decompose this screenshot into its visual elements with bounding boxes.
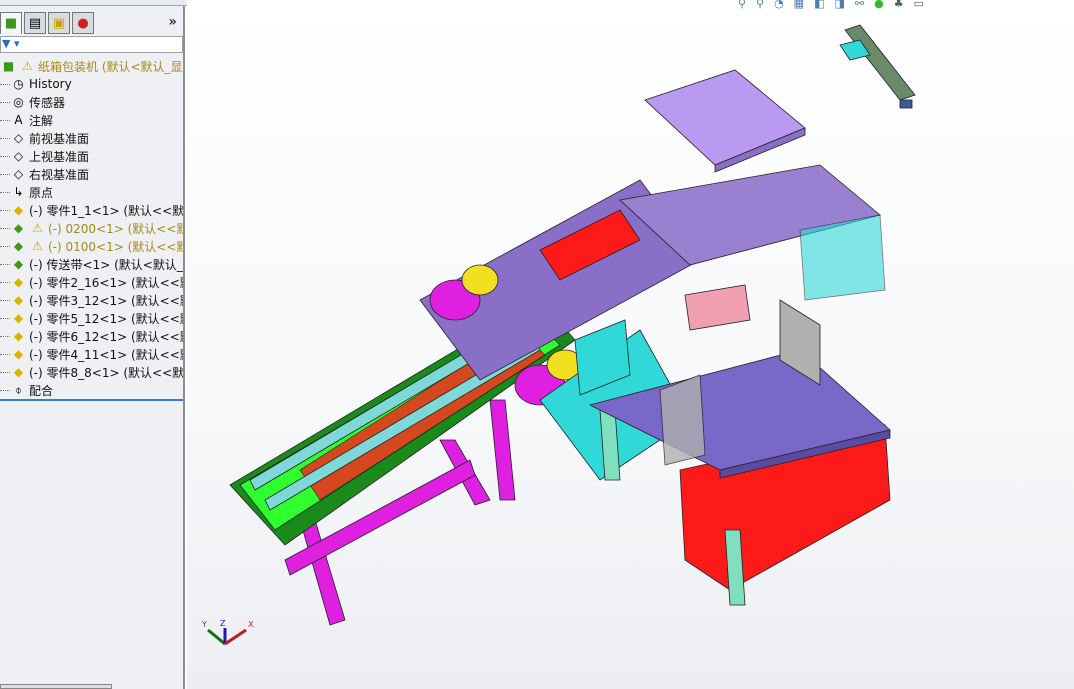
triad-x-label: X [248, 620, 254, 629]
gray-panel [659, 374, 706, 466]
3d-model-packaging-machine[interactable] [0, 0, 1074, 689]
gantry-arm [844, 24, 916, 101]
triad-y-label: Y [201, 620, 207, 629]
gantry-foot [899, 99, 913, 109]
triad-z-label: Z [220, 619, 226, 628]
pink-block [684, 284, 751, 331]
cyan-frame [799, 214, 886, 301]
magenta-leg [489, 399, 516, 501]
yellow-motor [461, 264, 499, 296]
lavender-cover [644, 69, 806, 166]
axis-triad: Y Z X [201, 619, 254, 646]
